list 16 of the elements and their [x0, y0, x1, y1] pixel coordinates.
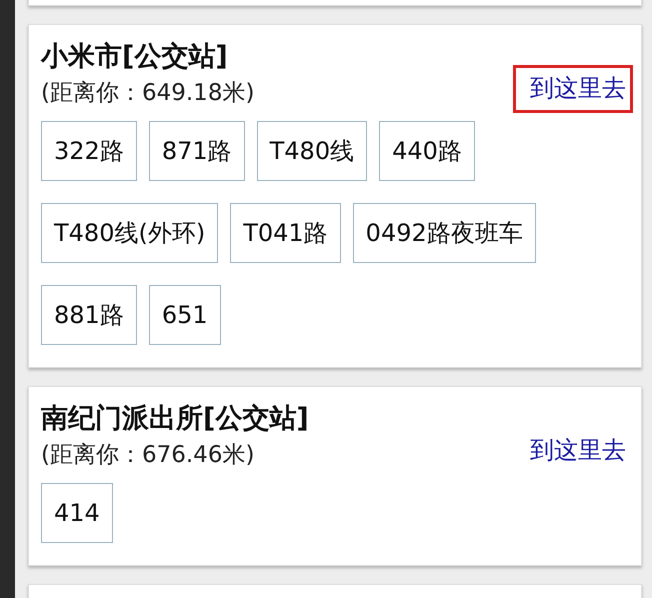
station-name: 南纪门派出所[公交站] [41, 402, 309, 436]
distance-text: (距离你：649.18米) [41, 79, 254, 108]
route-tag[interactable]: T480线 [256, 121, 368, 181]
route-tag[interactable]: 881路 [41, 285, 137, 345]
station-name: 小米市[公交站] [41, 40, 229, 74]
distance-text: (距离你：676.46米) [41, 441, 256, 470]
route-tag[interactable]: 322路 [41, 121, 137, 181]
route-tag[interactable]: T480线(外环) [41, 203, 218, 263]
route-tag[interactable]: 651 [148, 285, 221, 345]
route-tag[interactable]: 414 [41, 483, 113, 543]
route-tag[interactable]: 871路 [148, 121, 245, 181]
route-tag[interactable]: 0492路夜班车 [352, 203, 536, 263]
directions-link[interactable]: 到这里去 [513, 65, 633, 113]
route-tag[interactable]: T041路 [230, 203, 341, 263]
route-tag[interactable]: 440路 [379, 121, 475, 181]
directions-link[interactable]: 到这里去 [513, 427, 633, 475]
